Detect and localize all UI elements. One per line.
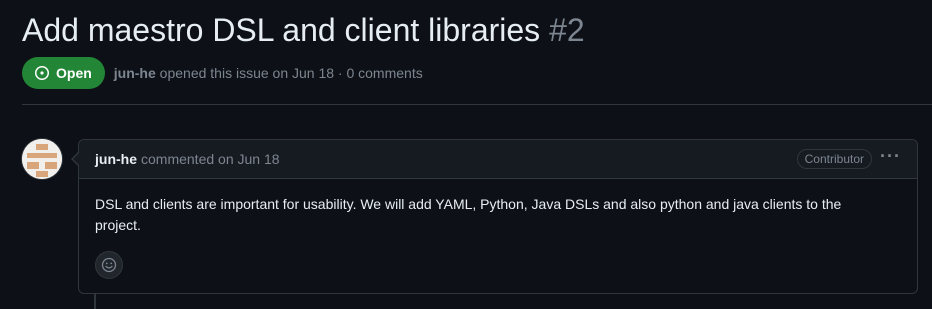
avatar[interactable] — [22, 139, 62, 179]
issue-meta-text: jun-he opened this issue on Jun 18 · 0 c… — [114, 65, 423, 81]
issue-open-icon — [35, 66, 49, 80]
timeline-line — [94, 293, 96, 309]
comment-timestamp[interactable]: commented on Jun 18 — [141, 151, 280, 167]
issue-title-row: Add maestro DSL and client libraries #2 — [22, 10, 585, 50]
comment-author-link[interactable]: jun-he — [95, 151, 137, 167]
comment-box: jun-he commented on Jun 18 Contributor ·… — [71, 139, 918, 294]
issue-title: Add maestro DSL and client libraries — [22, 12, 541, 48]
kebab-menu-icon[interactable]: ··· — [880, 147, 901, 169]
state-badge-open: Open — [22, 57, 105, 89]
comment-body: DSL and clients are important for usabil… — [95, 196, 842, 233]
issue-author-link[interactable]: jun-he — [114, 65, 156, 81]
header-divider — [22, 104, 932, 105]
issue-number: #2 — [549, 12, 585, 48]
issue-opened-text: opened this issue on Jun 18 · 0 comments — [159, 65, 423, 81]
avatar-identicon — [22, 139, 62, 179]
issue-meta: Open jun-he opened this issue on Jun 18 … — [22, 57, 423, 89]
comment-header: jun-he commented on Jun 18 Contributor ·… — [79, 140, 917, 179]
state-label: Open — [56, 65, 92, 81]
smiley-icon — [101, 257, 117, 273]
contributor-badge: Contributor — [796, 149, 873, 169]
add-reaction-button[interactable] — [95, 251, 123, 279]
